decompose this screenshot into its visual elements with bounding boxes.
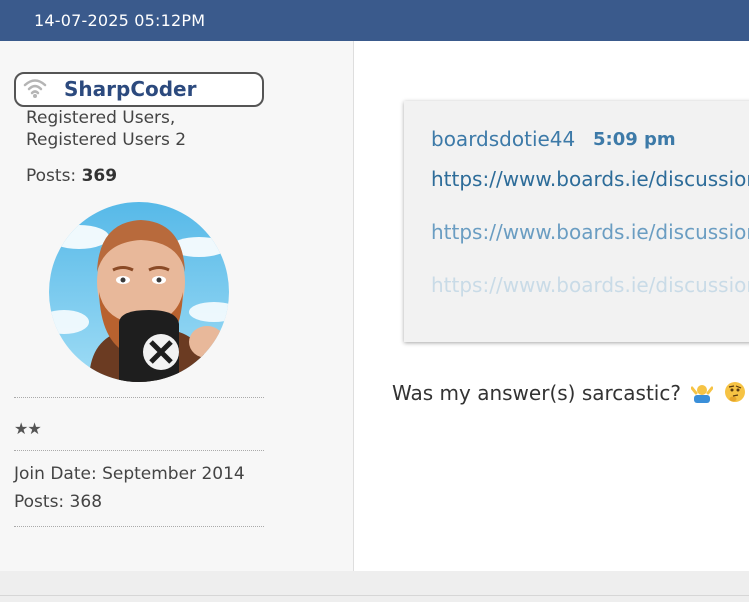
user-groups: Registered Users, Registered Users 2 xyxy=(26,107,186,151)
shrug-icon xyxy=(691,385,714,403)
quote-link[interactable]: https://www.boards.ie/discussion/ xyxy=(431,273,749,297)
quote-time[interactable]: 5:09 pm xyxy=(593,129,676,150)
wifi-icon xyxy=(23,79,47,98)
quote-block: boardsdotie44 5:09 pm https://www.boards… xyxy=(404,101,749,342)
user-sidebar: SharpCoder Registered Users, Registered … xyxy=(0,41,354,571)
join-date: Join Date: September 2014 xyxy=(14,464,245,484)
divider xyxy=(14,397,264,398)
quote-link[interactable]: https://www.boards.ie/discussion/ xyxy=(431,220,749,244)
thinking-face-icon xyxy=(724,382,745,402)
post-content: boardsdotie44 5:09 pm https://www.boards… xyxy=(354,41,749,571)
divider xyxy=(14,450,264,451)
divider xyxy=(0,595,749,596)
user-group-line: Registered Users, xyxy=(26,108,176,128)
rank-stars: ★★ xyxy=(14,419,42,438)
message-text: Was my answer(s) sarcastic? xyxy=(392,381,681,405)
user-group-line: Registered Users 2 xyxy=(26,130,187,150)
quote-author-link[interactable]: boardsdotie44 xyxy=(431,127,575,151)
message-body: Was my answer(s) sarcastic? xyxy=(392,381,746,405)
quote-link[interactable]: https://www.boards.ie/discussion/ xyxy=(431,167,749,191)
post-count-value: 369 xyxy=(81,166,118,186)
avatar[interactable] xyxy=(49,202,229,382)
avatar-image xyxy=(49,202,229,382)
username-link[interactable]: SharpCoder xyxy=(64,77,196,101)
divider xyxy=(14,526,264,527)
posts-total: Posts: 368 xyxy=(14,492,103,512)
post-header-bar: 14-07-2025 05:12PM xyxy=(0,0,749,41)
post-count: Posts: 369 xyxy=(26,166,117,186)
post-count-label: Posts: xyxy=(26,166,82,186)
post-date: 14-07-2025 05:12PM xyxy=(34,11,206,30)
username-box[interactable]: SharpCoder xyxy=(14,72,264,107)
post-footer xyxy=(0,571,749,602)
